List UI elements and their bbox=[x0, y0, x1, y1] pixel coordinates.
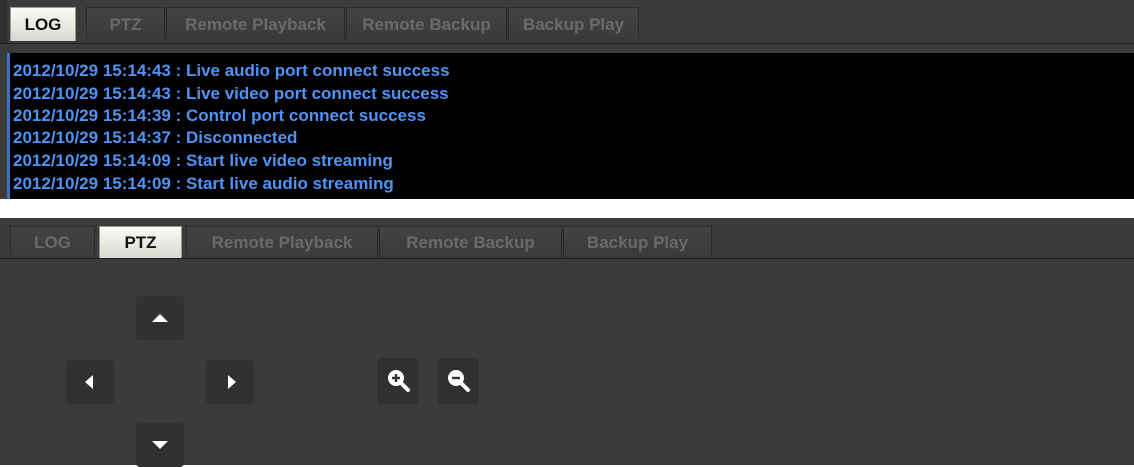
tab-ptz[interactable]: PTZ bbox=[86, 7, 165, 41]
tab-backup-play[interactable]: Backup Play bbox=[508, 7, 639, 41]
tab-remote-playback[interactable]: Remote Playback bbox=[166, 7, 345, 41]
tab-ptz[interactable]: PTZ bbox=[99, 226, 182, 258]
log-panel: LOG PTZ Remote Playback Remote Backup Ba… bbox=[0, 0, 1134, 199]
tab-bar-edge bbox=[0, 0, 7, 43]
arrow-down-icon bbox=[152, 441, 168, 449]
zoom-out-icon bbox=[448, 370, 470, 392]
log-entry: 2012/10/29 15:14:09 : Start live video s… bbox=[13, 151, 393, 170]
log-entry: 2012/10/29 15:14:09 : Start live audio s… bbox=[13, 174, 394, 193]
zoom-in-icon bbox=[388, 370, 410, 392]
ptz-up-button[interactable] bbox=[136, 296, 184, 340]
tab-remote-backup[interactable]: Remote Backup bbox=[379, 226, 562, 258]
arrow-right-icon bbox=[228, 375, 236, 389]
log-entry: 2012/10/29 15:14:43 : Live video port co… bbox=[13, 84, 449, 103]
arrow-up-icon bbox=[152, 314, 168, 322]
zoom-out-button[interactable] bbox=[437, 358, 479, 404]
log-entry: 2012/10/29 15:14:37 : Disconnected bbox=[13, 128, 298, 147]
log-entry: 2012/10/29 15:14:39 : Control port conne… bbox=[13, 106, 426, 125]
tab-bar: LOG PTZ Remote Playback Remote Backup Ba… bbox=[0, 0, 1134, 44]
ptz-left-button[interactable] bbox=[66, 360, 114, 404]
tab-log[interactable]: LOG bbox=[10, 226, 95, 258]
log-entry: 2012/10/29 15:14:43 : Live audio port co… bbox=[13, 61, 450, 80]
tab-remote-playback[interactable]: Remote Playback bbox=[186, 226, 378, 258]
log-scroll-edge bbox=[7, 53, 10, 199]
ptz-right-button[interactable] bbox=[206, 360, 254, 404]
tab-backup-play[interactable]: Backup Play bbox=[563, 226, 712, 258]
ptz-down-button[interactable] bbox=[136, 423, 184, 467]
arrow-left-icon bbox=[85, 375, 93, 389]
zoom-in-button[interactable] bbox=[377, 358, 419, 404]
tab-log[interactable]: LOG bbox=[10, 7, 76, 41]
tab-bar: LOG PTZ Remote Playback Remote Backup Ba… bbox=[0, 218, 1134, 259]
ptz-panel: LOG PTZ Remote Playback Remote Backup Ba… bbox=[0, 218, 1134, 467]
tab-remote-backup[interactable]: Remote Backup bbox=[346, 7, 507, 41]
